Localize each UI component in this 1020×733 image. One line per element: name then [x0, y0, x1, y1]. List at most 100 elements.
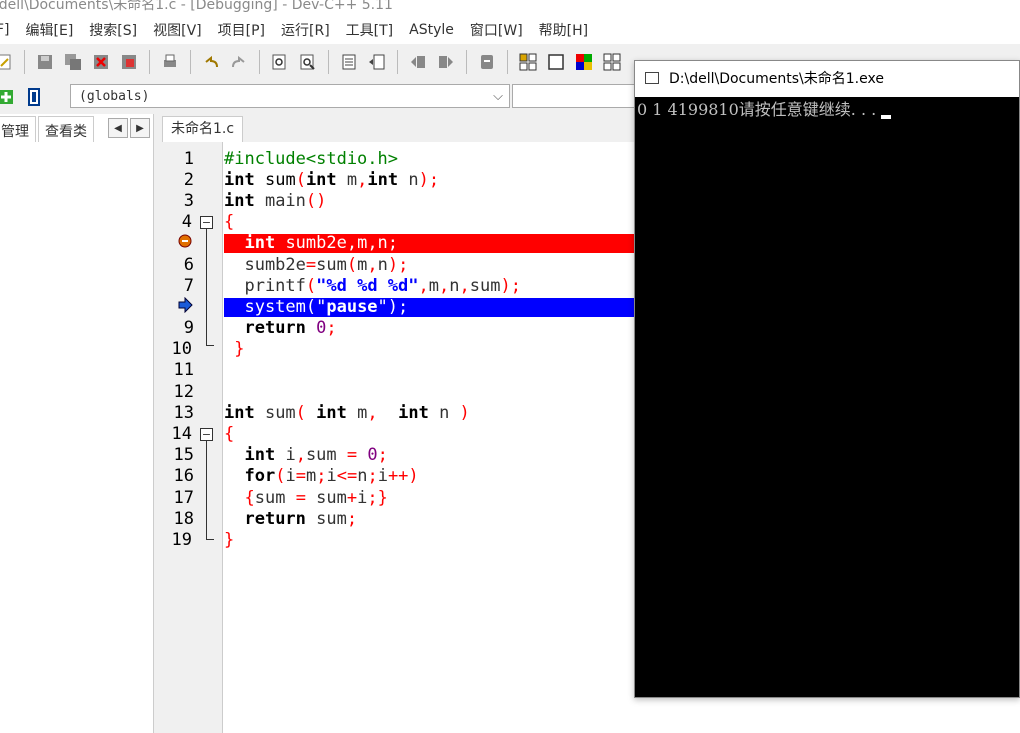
code-text: } — [224, 530, 235, 550]
code-line: 18 return sum; — [162, 509, 634, 530]
code-line: 19} — [162, 530, 634, 551]
left-panel-tabs: 管理 查看类 — [0, 116, 96, 142]
editor-tab[interactable]: 未命名1.c — [162, 116, 244, 143]
goto-bookmark-icon[interactable] — [436, 52, 456, 72]
close-file-icon[interactable] — [91, 52, 111, 72]
replace-icon[interactable] — [298, 52, 318, 72]
code-text: int sumb2e,m,n; — [244, 233, 399, 253]
code-line: 16 for(i=m;i<=n;i++) — [162, 466, 634, 487]
line-number: 13 — [173, 403, 194, 423]
line-number: 3 — [183, 191, 194, 211]
menu-run[interactable]: 运行[R] — [281, 20, 330, 40]
menu-window[interactable]: 窗口[W] — [470, 20, 523, 40]
code-text: sumb2e=sum(m,n); — [224, 255, 409, 275]
console-title-bar[interactable]: D:\dell\Documents\未命名1.exe — [635, 61, 1019, 97]
symbol-select[interactable] — [512, 84, 642, 108]
code-line: 4{ — [162, 212, 634, 233]
scope-select[interactable]: (globals) ⌵ — [70, 84, 510, 108]
toolbar-separator — [466, 50, 467, 74]
compile-run-icon[interactable] — [574, 52, 594, 72]
line-number: 16 — [173, 466, 194, 486]
fullscreen-icon[interactable] — [546, 52, 566, 72]
code-line: 13 int sum( int m, int n ) — [162, 403, 634, 424]
code-line: int sumb2e,m,n; — [162, 233, 634, 254]
chevron-right-icon[interactable]: ▶ — [130, 118, 150, 138]
code-line: 3 int main() — [162, 191, 634, 212]
breakpoint-icon[interactable] — [176, 233, 194, 255]
code-text: printf("%d %d %d",m,n,sum); — [224, 276, 521, 296]
toolbar-separator — [507, 50, 508, 74]
line-number: 10 — [171, 339, 192, 359]
line-number: 19 — [171, 530, 192, 550]
console-window-icon — [645, 72, 659, 84]
line-number: 11 — [173, 360, 194, 380]
code-text: return sum; — [244, 509, 358, 529]
toolbar-separator — [397, 50, 398, 74]
menu-astyle[interactable]: AStyle — [409, 22, 454, 38]
menu-file[interactable]: F] — [0, 22, 10, 38]
line-number: 14 — [171, 424, 192, 444]
toolbar-separator — [328, 50, 329, 74]
code-line: 1 #include<stdio.h> — [162, 149, 634, 170]
code-text: system("pause"); — [224, 297, 409, 317]
tab-class-view[interactable]: 查看类 — [38, 116, 94, 142]
line-number: 7 — [183, 276, 194, 296]
code-text: { — [224, 212, 235, 232]
menu-view[interactable]: 视图[V] — [153, 20, 202, 40]
console-window[interactable]: D:\dell\Documents\未命名1.exe 0 1 4199810请按… — [634, 60, 1020, 698]
menu-help[interactable]: 帮助[H] — [539, 20, 588, 40]
code-text: for(i=m;i<=n;i++) — [244, 466, 419, 486]
add-icon[interactable] — [0, 87, 16, 107]
console-output-area[interactable]: 0 1 4199810请按任意键继续. . . — [635, 97, 1019, 697]
menu-bar: F] 编辑[E] 搜索[S] 视图[V] 项目[P] 运行[R] 工具[T] A… — [0, 16, 1020, 44]
code-line: 2 int sum(int m,int n); — [162, 170, 634, 191]
print-icon[interactable] — [160, 52, 180, 72]
code-text: int i,sum = 0; — [244, 445, 388, 465]
code-text: } — [234, 339, 245, 359]
code-line: system("pause"); — [162, 296, 634, 319]
left-panel — [0, 114, 154, 733]
execution-pointer-icon — [176, 296, 194, 319]
bookmark-list-icon[interactable] — [477, 52, 497, 72]
code-line: 10 } — [162, 339, 634, 360]
toggle-bookmark-icon[interactable] — [408, 52, 428, 72]
line-number: 6 — [183, 255, 194, 275]
find-icon[interactable] — [270, 52, 290, 72]
menu-edit[interactable]: 编辑[E] — [26, 20, 74, 40]
menu-tools[interactable]: 工具[T] — [346, 20, 393, 40]
line-number: 2 — [183, 170, 194, 190]
tab-project-manager[interactable]: 管理 — [0, 116, 36, 142]
unindent-icon[interactable] — [367, 52, 387, 72]
code-line: 11 — [162, 360, 634, 381]
line-number: 15 — [173, 445, 194, 465]
class-browser-icon[interactable] — [24, 87, 44, 107]
code-text: int sum( int m, int n ) — [224, 403, 470, 423]
close-all-icon[interactable] — [119, 52, 139, 72]
save-all-icon[interactable] — [63, 52, 83, 72]
code-line: 12 — [162, 382, 634, 403]
menu-search[interactable]: 搜索[S] — [89, 20, 137, 40]
redo-icon[interactable] — [229, 52, 249, 72]
tile-windows-icon[interactable] — [602, 52, 622, 72]
code-text: int sum(int m,int n); — [224, 170, 440, 190]
code-line: 15 int i,sum = 0; — [162, 445, 634, 466]
code-line: 17 {sum = sum+i;} — [162, 488, 634, 509]
save-icon[interactable] — [35, 52, 55, 72]
line-number: 4 — [181, 212, 192, 232]
undo-icon[interactable] — [201, 52, 221, 72]
title-bar: \dell\Documents\未命名1.c - [Debugging] - D… — [0, 0, 1020, 16]
project-view-icon[interactable] — [518, 52, 538, 72]
line-number: 12 — [173, 382, 194, 402]
chevron-left-icon[interactable]: ◀ — [108, 118, 128, 138]
toolbar-separator — [259, 50, 260, 74]
indent-icon[interactable] — [339, 52, 359, 72]
new-file-icon[interactable] — [0, 52, 14, 72]
toolbar-separator — [190, 50, 191, 74]
menu-project[interactable]: 项目[P] — [218, 20, 265, 40]
code-text: #include<stdio.h> — [224, 149, 398, 169]
code-line: 14 { — [162, 424, 634, 445]
editor-tab-label: 未命名1.c — [171, 121, 235, 137]
line-number: 1 — [183, 149, 194, 169]
console-output-text: 0 1 4199810请按任意键继续. . . — [637, 100, 882, 119]
code-line: 7 printf("%d %d %d",m,n,sum); — [162, 276, 634, 297]
